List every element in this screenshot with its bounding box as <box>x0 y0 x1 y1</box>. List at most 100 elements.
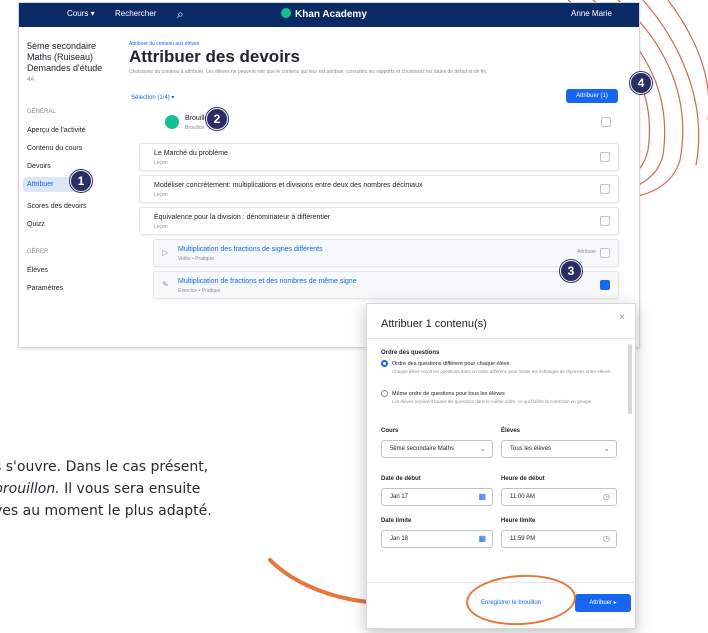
assign-top-button[interactable]: Attribuer (1) <box>566 89 618 103</box>
courses-menu[interactable]: Cours ▾ <box>67 9 95 18</box>
class-name: 5ème secondaire Maths (Ruiseau) Demandes… <box>27 41 103 73</box>
due-date-input[interactable]: Jan 18 ▦ <box>381 530 493 548</box>
list-item-checkbox[interactable] <box>600 152 610 162</box>
start-date-value: Jan 17 <box>390 494 409 500</box>
tutorial-line-2-rest: Il vous sera ensuite <box>59 481 201 497</box>
content-row-tag: Attribuer <box>577 249 596 255</box>
due-time-value: 11:59 PM <box>510 536 536 542</box>
course-field-label: Cours <box>381 428 399 434</box>
order-option-same-desc: Les élèves reçoivent toutes les question… <box>392 399 593 404</box>
list-item[interactable]: Le Marché du problème Leçon <box>139 143 619 171</box>
course-header-checkbox[interactable] <box>601 117 611 127</box>
calendar-icon[interactable]: ▦ <box>478 492 486 501</box>
question-order-label: Ordre des questions <box>381 350 440 356</box>
assign-button[interactable]: Attribuer ▸ <box>575 594 631 612</box>
course-select-value: 5ème secondaire Maths <box>390 446 455 452</box>
page-subtitle: Choisissez du contenu à attribuer. Les é… <box>129 69 488 75</box>
list-item-sub: Leçon <box>154 160 168 166</box>
user-menu[interactable]: Anne Marie <box>571 9 612 18</box>
sidebar-item-parametres[interactable]: Paramètres <box>27 285 63 292</box>
tutorial-line-3: ves au moment le plus adapté. <box>0 503 212 519</box>
list-item-name: Équivalence pour la division : dénominat… <box>154 214 331 221</box>
list-item-checkbox[interactable] <box>600 216 610 226</box>
list-item-sub: Leçon <box>154 224 168 230</box>
save-draft-button[interactable]: Enregistrer le brouillon <box>481 600 541 606</box>
sidebar-item-eleves[interactable]: Élèves <box>27 267 48 274</box>
content-row-checkbox[interactable] <box>600 248 610 258</box>
course-select[interactable]: 5ème secondaire Maths ⌄ <box>381 440 493 458</box>
calendar-icon[interactable]: ▦ <box>478 534 486 543</box>
list-item-name: Modéliser concrètement: multiplications … <box>154 182 423 189</box>
list-item[interactable]: Équivalence pour la division : dénominat… <box>139 207 619 235</box>
sidebar-item-scores[interactable]: Scores des devoirs <box>27 203 87 210</box>
due-date-label: Date limite <box>381 518 412 524</box>
course-header-sub: Brouillon <box>185 125 205 131</box>
step-marker-4: 4 <box>630 72 652 94</box>
sidebar-item-activity[interactable]: Aperçu de l'activité <box>27 127 86 134</box>
start-date-label: Date de début <box>381 476 421 482</box>
start-time-input[interactable]: 11:00 AM ◷ <box>501 488 617 506</box>
clock-icon: ◷ <box>603 492 610 501</box>
students-select-value: Tous les élèves <box>510 446 552 452</box>
order-option-random-radio[interactable] <box>381 360 388 367</box>
sidebar-item-quizz[interactable]: Quizz <box>27 221 45 228</box>
assign-dialog: Attribuer 1 contenu(s) × Ordre des quest… <box>366 303 636 629</box>
order-option-same-label[interactable]: Même ordre de questions pour tous les él… <box>392 391 505 397</box>
course-avatar <box>165 115 179 129</box>
students-select[interactable]: Tous les élèves ⌄ <box>501 440 617 458</box>
section-admin: GÉRER <box>27 249 49 255</box>
brand-logo[interactable]: Khan Academy <box>281 8 367 20</box>
top-navigation-bar: Cours ▾ Rechercher ⌕ Khan Academy Anne M… <box>19 3 639 27</box>
step-marker-2: 2 <box>206 108 228 130</box>
tutorial-line-1: s s'ouvre. Dans le cas présent, <box>0 459 209 475</box>
due-time-input[interactable]: 11:59 PM ◷ <box>501 530 617 548</box>
sidebar-item-course-content[interactable]: Contenu du cours <box>27 145 82 152</box>
due-date-value: Jan 18 <box>390 536 409 542</box>
pencil-icon: ✎ <box>162 280 169 289</box>
tutorial-line-2: brouillon. Il vous sera ensuite <box>0 478 200 500</box>
content-row-name: Multiplication de fractions et des nombr… <box>178 278 357 285</box>
clock-icon: ◷ <box>603 534 610 543</box>
sidebar: 5ème secondaire Maths (Ruiseau) Demandes… <box>19 27 119 347</box>
divider <box>367 582 635 583</box>
step-marker-3: 3 <box>560 260 582 282</box>
list-item-checkbox[interactable] <box>600 184 610 194</box>
step-marker-1: 1 <box>70 170 92 192</box>
list-item-name: Le Marché du problème <box>154 150 228 157</box>
khan-leaf-icon <box>281 8 291 18</box>
start-time-label: Heure de début <box>501 476 545 482</box>
selection-count-dropdown[interactable]: Sélection (1/4) ▾ <box>131 94 174 101</box>
list-item[interactable]: Modéliser concrètement: multiplications … <box>139 175 619 203</box>
order-option-random-label[interactable]: Ordre des questions différent pour chaqu… <box>392 361 510 367</box>
brand-name: Khan Academy <box>295 9 367 20</box>
order-option-random-desc: Chaque élève reçoit les questions dans u… <box>392 369 612 374</box>
students-field-label: Élèves <box>501 428 521 434</box>
content-row-name: Multiplication des fractions de signes d… <box>178 246 323 253</box>
list-item-sub: Leçon <box>154 192 168 198</box>
video-icon: ▷ <box>162 248 169 257</box>
start-date-input[interactable]: Jan 17 ▦ <box>381 488 493 506</box>
content-row-checkbox[interactable] <box>600 280 610 290</box>
due-time-label: Heure limite <box>501 518 536 524</box>
search-link[interactable]: Rechercher <box>115 9 156 18</box>
chevron-down-icon: ⌄ <box>603 444 610 453</box>
dialog-scrollbar[interactable] <box>628 344 632 414</box>
start-time-value: 11:00 AM <box>510 494 535 500</box>
order-option-same-radio[interactable] <box>381 390 388 397</box>
main-content: Attribuer du contenu aux élèves Attribue… <box>119 27 639 347</box>
content-row[interactable]: ▷ Multiplication des fractions de signes… <box>153 239 619 267</box>
khan-academy-screenshot: Cours ▾ Rechercher ⌕ Khan Academy Anne M… <box>18 2 640 348</box>
page-title: Attribuer des devoirs <box>129 47 300 66</box>
content-row-sub: Vidéo • Pratique <box>178 256 214 262</box>
dialog-title: Attribuer 1 contenu(s) <box>381 318 487 330</box>
content-row-sub: Exercice • Pratique <box>178 288 221 294</box>
close-icon[interactable]: × <box>619 312 625 323</box>
tutorial-emphasis: brouillon. <box>0 481 60 497</box>
chevron-down-icon: ⌄ <box>479 444 486 453</box>
search-icon[interactable]: ⌕ <box>177 7 184 22</box>
class-sub: 4A <box>27 77 35 83</box>
section-general: GÉNÉRAL <box>27 109 56 115</box>
content-row[interactable]: ✎ Multiplication de fractions et des nom… <box>153 271 619 299</box>
sidebar-item-devoirs[interactable]: Devoirs <box>27 163 51 170</box>
divider <box>367 338 635 339</box>
